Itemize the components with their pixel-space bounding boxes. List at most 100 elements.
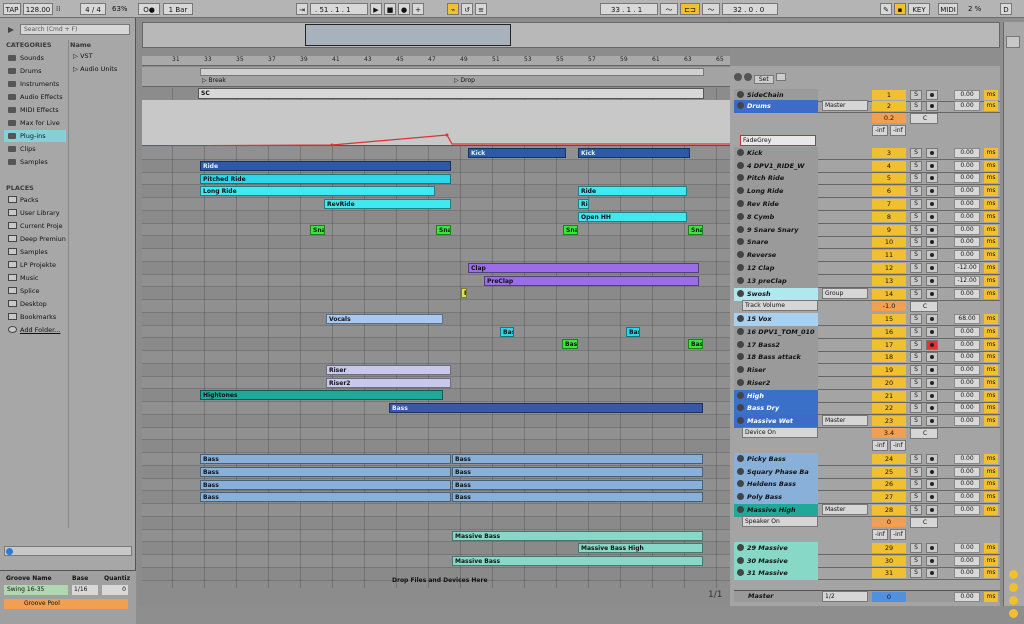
track-routing[interactable]: Master — [822, 504, 868, 515]
quantize-select[interactable]: 1 Bar — [163, 3, 193, 15]
key-map-button[interactable]: KEY — [908, 3, 930, 15]
track-volume[interactable]: 0.00 — [954, 212, 980, 222]
preview-icon[interactable] — [6, 548, 13, 555]
track-volume[interactable]: 0.00 — [954, 148, 980, 158]
clip[interactable]: Snar — [688, 224, 703, 235]
mixer-track[interactable]: Kick 3 S 0.00 ms — [734, 147, 1000, 160]
track-fold-icon[interactable] — [737, 213, 744, 220]
arrangement-toggle-icon[interactable] — [1006, 36, 1020, 48]
arm-button[interactable] — [926, 289, 938, 299]
arm-button[interactable] — [926, 365, 938, 375]
track-send[interactable]: 3.4 — [872, 428, 906, 438]
mixer-track[interactable]: 8 Cymb 8 S 0.00 ms — [734, 211, 1000, 224]
track-volume[interactable]: 0.00 — [954, 327, 980, 337]
solo-button[interactable]: S — [910, 186, 922, 196]
clip[interactable]: Rid — [578, 199, 589, 209]
solo-button[interactable]: S — [910, 225, 922, 235]
returns-toggle-icon[interactable] — [1009, 596, 1018, 605]
clip[interactable]: Snar — [563, 224, 578, 235]
arm-button[interactable] — [926, 276, 938, 286]
category-samples[interactable]: Samples — [4, 156, 66, 168]
locator-bar[interactable]: ▷ Break ▷ Drop — [142, 67, 730, 87]
groove-quantize-field[interactable]: 0 — [102, 585, 128, 595]
track-name[interactable]: 15 Vox — [734, 313, 818, 326]
track-activator[interactable]: 19 — [872, 365, 906, 375]
automation-arm-icon[interactable]: ⌁ — [447, 3, 459, 15]
mixer-track[interactable]: Reverse 11 S 0.00 ms — [734, 249, 1000, 262]
track-fold-icon[interactable] — [737, 174, 744, 181]
arm-button[interactable] — [926, 101, 938, 111]
solo-button[interactable]: S — [910, 276, 922, 286]
device-chooser[interactable]: Speaker On — [742, 516, 818, 527]
loop-length-field[interactable]: 32 . 0 . 0 — [722, 3, 778, 15]
clip[interactable]: Ride — [200, 160, 451, 171]
place-deep-premiun[interactable]: Deep Premiun — [4, 233, 68, 245]
track-fold-icon[interactable] — [737, 392, 744, 399]
track-fold-icon[interactable] — [737, 353, 744, 360]
arm-button[interactable] — [926, 492, 938, 502]
track-name[interactable]: Riser — [734, 364, 818, 377]
arm-button[interactable] — [926, 479, 938, 489]
arm-button[interactable] — [926, 161, 938, 171]
clip[interactable]: Riser2 — [326, 377, 451, 388]
master-track[interactable]: Master 1/2 0 0.00 ms — [734, 590, 1000, 602]
track-fold-icon[interactable] — [737, 366, 744, 373]
key-map-icon[interactable]: ▪ — [894, 3, 906, 15]
track-activator[interactable]: 23 — [872, 416, 906, 426]
track-activator[interactable]: 3 — [872, 148, 906, 158]
track-name[interactable]: 17 Bass2 — [734, 339, 818, 352]
mixer-track[interactable]: Poly Bass 27 S 0.00 ms — [734, 491, 1000, 504]
arm-button[interactable] — [926, 173, 938, 183]
track-activator[interactable]: 11 — [872, 250, 906, 260]
track-name[interactable]: Poly Bass — [734, 491, 818, 504]
track-lane[interactable] — [142, 516, 730, 530]
mixer-track[interactable]: 16 DPV1_TOM_010 16 S 0.00 ms — [734, 326, 1000, 339]
clip[interactable]: Massive Bass High — [578, 543, 703, 554]
midi-map-button[interactable]: MIDI — [938, 3, 958, 15]
category-clips[interactable]: Clips — [4, 143, 66, 155]
track-name[interactable]: Rev Ride — [734, 198, 818, 211]
track-volume[interactable]: 0.00 — [954, 556, 980, 566]
track-activator[interactable]: 26 — [872, 479, 906, 489]
stop-icon[interactable]: ■ — [384, 3, 396, 15]
clip[interactable]: Massive Bass — [452, 556, 703, 566]
track-volume[interactable]: 0.00 — [954, 225, 980, 235]
arm-button[interactable] — [926, 263, 938, 273]
track-volume[interactable]: 0.00 — [954, 479, 980, 489]
track-volume[interactable]: 0.00 — [954, 289, 980, 299]
track-activator[interactable]: 20 — [872, 378, 906, 388]
track-lane[interactable] — [142, 427, 730, 441]
track-name[interactable]: Long Ride — [734, 185, 818, 198]
mixer-track[interactable]: 9 Snare Snary 9 S 0.00 ms — [734, 224, 1000, 237]
arm-button[interactable] — [926, 340, 938, 350]
track-activator[interactable]: 17 — [872, 340, 906, 350]
master-volume[interactable]: 0.00 — [954, 592, 980, 602]
track-activator[interactable]: 9 — [872, 225, 906, 235]
meter-field[interactable]: 4 / 4 — [80, 3, 106, 15]
arm-button[interactable] — [926, 90, 938, 100]
track-volume[interactable]: 0.00 — [954, 101, 980, 111]
clip[interactable]: Bass — [389, 403, 703, 413]
track-lane[interactable] — [142, 440, 730, 454]
device-chooser[interactable]: Device On — [742, 427, 818, 438]
groove-base-select[interactable]: 1/16 — [72, 585, 98, 595]
track-name[interactable]: Bass Dry — [734, 402, 818, 415]
solo-button[interactable]: S — [910, 212, 922, 222]
track-lane[interactable] — [142, 414, 730, 428]
record-icon[interactable]: ● — [398, 3, 410, 15]
solo-button[interactable]: S — [910, 454, 922, 464]
arm-button[interactable] — [926, 352, 938, 362]
groove-item[interactable]: Swing 16-35 — [4, 585, 68, 595]
track-activator[interactable]: 15 — [872, 314, 906, 324]
category-audio-effects[interactable]: Audio Effects — [4, 91, 66, 103]
track-activator[interactable]: 21 — [872, 391, 906, 401]
solo-button[interactable]: S — [910, 479, 922, 489]
clip[interactable]: R — [461, 288, 467, 299]
track-activator[interactable]: 22 — [872, 403, 906, 413]
arm-button[interactable] — [926, 250, 938, 260]
track-lane[interactable] — [142, 236, 730, 250]
track-lane[interactable] — [142, 504, 730, 517]
clip[interactable]: Ride — [578, 186, 687, 197]
follow-toggle[interactable]: O● — [138, 3, 160, 15]
device-chooser[interactable]: Track Volume — [742, 300, 818, 311]
